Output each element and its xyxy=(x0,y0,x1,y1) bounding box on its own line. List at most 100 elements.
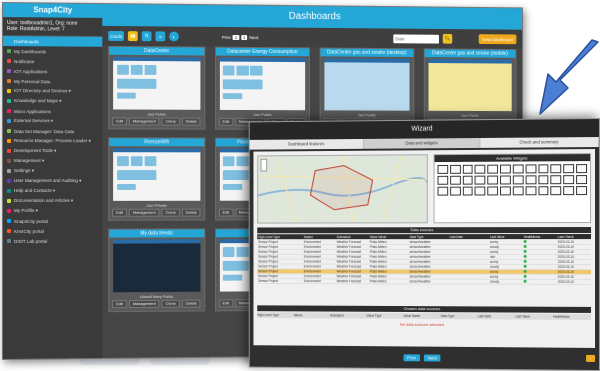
cards-view-button[interactable]: Cards xyxy=(108,31,124,41)
sidebar-item[interactable]: Snap4City portal xyxy=(3,216,102,226)
search-button[interactable]: 🔍︎ xyxy=(443,34,452,44)
widget-type-icon[interactable] xyxy=(475,176,486,185)
brand-logo[interactable]: Snap4City xyxy=(3,3,102,18)
column-header[interactable]: Subnature xyxy=(336,234,369,239)
column-header[interactable]: Nature xyxy=(303,234,336,239)
sidebar-item[interactable]: My Personal Data xyxy=(3,76,102,87)
sidebar-item[interactable]: Micro Applications xyxy=(3,106,102,116)
widget-type-icon[interactable] xyxy=(538,186,549,195)
card-management-button[interactable]: Management xyxy=(129,300,160,308)
dashboard-card[interactable]: Datacenter Energy Consumption Jaci Public… xyxy=(215,47,310,130)
sidebar-item[interactable]: Management ▾ xyxy=(3,156,102,166)
column-header[interactable]: Value Name xyxy=(369,234,409,239)
card-delete-button[interactable]: Delete xyxy=(182,300,201,308)
card-management-button[interactable]: Management xyxy=(129,209,160,217)
card-clone-button[interactable]: Clone xyxy=(162,300,180,308)
widget-type-icon[interactable] xyxy=(488,176,499,185)
card-edit-button[interactable]: Edit xyxy=(219,299,234,307)
widget-type-icon[interactable] xyxy=(475,187,486,196)
card-management-button[interactable]: Management xyxy=(129,117,160,125)
widget-type-icon[interactable] xyxy=(462,165,473,174)
sidebar-item[interactable]: Documentation and Articles ▾ xyxy=(3,196,102,206)
widget-type-icon[interactable] xyxy=(538,175,549,184)
sidebar-item[interactable]: Knowledge and Maps ▾ xyxy=(3,96,102,106)
wizard-tab[interactable]: Data and widgets xyxy=(364,138,480,149)
widget-type-icon[interactable] xyxy=(538,164,549,173)
sidebar-item[interactable]: Development Tools ▾ xyxy=(3,146,102,156)
card-edit-button[interactable]: Edit xyxy=(219,209,234,217)
widget-type-icon[interactable] xyxy=(475,165,486,174)
column-header[interactable]: Healthiness xyxy=(523,234,557,239)
sidebar-item[interactable]: DISIT Lab portal xyxy=(3,236,102,246)
sidebar-item[interactable]: IOT Directory and Devices ▾ xyxy=(3,86,102,96)
widget-type-icon[interactable] xyxy=(576,186,587,195)
widget-type-icon[interactable] xyxy=(564,164,575,173)
widget-type-icon[interactable] xyxy=(488,165,499,174)
card-delete-button[interactable]: Delete xyxy=(182,209,201,217)
column-header[interactable]: Last Date xyxy=(449,234,489,239)
sidebar-item[interactable]: Notificator xyxy=(3,56,102,67)
map-panel[interactable] xyxy=(257,154,428,223)
dashboard-card[interactable]: FirenzeWifi Jaci Private Edit Management Clo… xyxy=(108,137,205,220)
prev-page-link[interactable]: Prev xyxy=(222,34,231,39)
widget-type-icon[interactable] xyxy=(551,175,562,184)
widget-type-icon[interactable] xyxy=(525,164,536,173)
column-header[interactable]: High-Level Type xyxy=(257,234,303,239)
widget-type-icon[interactable] xyxy=(525,175,536,184)
dashboard-card[interactable]: DataCenter gas and smoke (desktop) Jaci P… xyxy=(320,48,414,131)
sidebar-item[interactable]: IOT Applications xyxy=(3,66,102,77)
widget-type-icon[interactable] xyxy=(462,187,473,196)
sidebar-item[interactable]: Help and Contacts ▾ xyxy=(3,186,102,196)
card-thumbnail[interactable] xyxy=(113,148,200,201)
card-delete-button[interactable]: Delete xyxy=(182,118,201,126)
dashboard-card[interactable]: DataCenter Jaci Public Edit Management Clone… xyxy=(108,46,205,130)
sidebar-item[interactable]: Km4City portal xyxy=(3,226,102,236)
wizard-next-button[interactable]: Next xyxy=(424,354,441,361)
new-dashboard-button[interactable]: New Dashboard xyxy=(479,34,517,44)
card-thumbnail[interactable] xyxy=(428,59,512,111)
grid-view-icon[interactable]: ▮▮ xyxy=(128,31,138,41)
card-clone-button[interactable]: Clone xyxy=(162,118,180,126)
widget-type-icon[interactable] xyxy=(525,186,536,195)
column-header[interactable]: Last Value xyxy=(489,234,523,239)
widget-type-icon[interactable] xyxy=(513,175,524,184)
sidebar-item[interactable]: External Services ▾ xyxy=(3,116,102,126)
card-thumbnail[interactable] xyxy=(113,239,200,292)
widget-type-icon[interactable] xyxy=(551,186,562,195)
widget-type-icon[interactable] xyxy=(437,176,448,185)
widget-type-icon[interactable] xyxy=(564,186,575,195)
dashboard-card[interactable]: My data trends Ulaboll Mary Public Edit Man… xyxy=(108,228,205,312)
widget-type-icon[interactable] xyxy=(513,164,524,173)
card-edit-button[interactable]: Edit xyxy=(112,300,127,308)
card-edit-button[interactable]: Edit xyxy=(112,117,127,125)
column-header[interactable]: Data Type xyxy=(409,234,449,239)
wizard-prev-button[interactable]: Prev xyxy=(403,354,420,361)
card-thumbnail[interactable] xyxy=(324,58,409,110)
widget-type-icon[interactable] xyxy=(576,175,587,184)
card-thumbnail[interactable] xyxy=(113,57,200,110)
sidebar-item[interactable]: My Profile ▾ xyxy=(3,206,102,216)
sidebar-item[interactable]: Settings ▾ xyxy=(3,166,102,176)
card-edit-button[interactable]: Edit xyxy=(112,209,127,217)
widget-type-icon[interactable] xyxy=(500,175,511,184)
card-edit-button[interactable]: Edit xyxy=(219,118,234,126)
sidebar-item[interactable]: Data Set Manager: Data Gate xyxy=(3,126,102,136)
filter-icon[interactable]: ◐ xyxy=(169,31,179,41)
widget-type-icon[interactable] xyxy=(500,186,511,195)
wizard-tab[interactable]: Dashboard features xyxy=(250,139,364,150)
widget-type-icon[interactable] xyxy=(564,175,575,184)
wizard-confirm-button[interactable]: › xyxy=(586,355,595,362)
sidebar-item[interactable]: Resource Manager: Process Loader ▾ xyxy=(3,136,102,146)
list-view-icon[interactable]: ≡ xyxy=(155,31,165,41)
card-thumbnail[interactable] xyxy=(219,58,305,111)
widget-type-icon[interactable] xyxy=(488,186,499,195)
search-input[interactable]: Data xyxy=(393,34,439,43)
sidebar-item[interactable]: User Management and Auditing ▾ xyxy=(3,176,102,186)
widget-type-icon[interactable] xyxy=(437,187,448,196)
sidebar-item[interactable]: My Dashboards xyxy=(3,46,102,57)
widget-type-icon[interactable] xyxy=(437,165,448,174)
widget-type-icon[interactable] xyxy=(513,186,524,195)
widget-type-icon[interactable] xyxy=(450,176,461,185)
next-page-link[interactable]: Next xyxy=(249,35,258,40)
column-header[interactable]: Last Check xyxy=(557,234,591,239)
